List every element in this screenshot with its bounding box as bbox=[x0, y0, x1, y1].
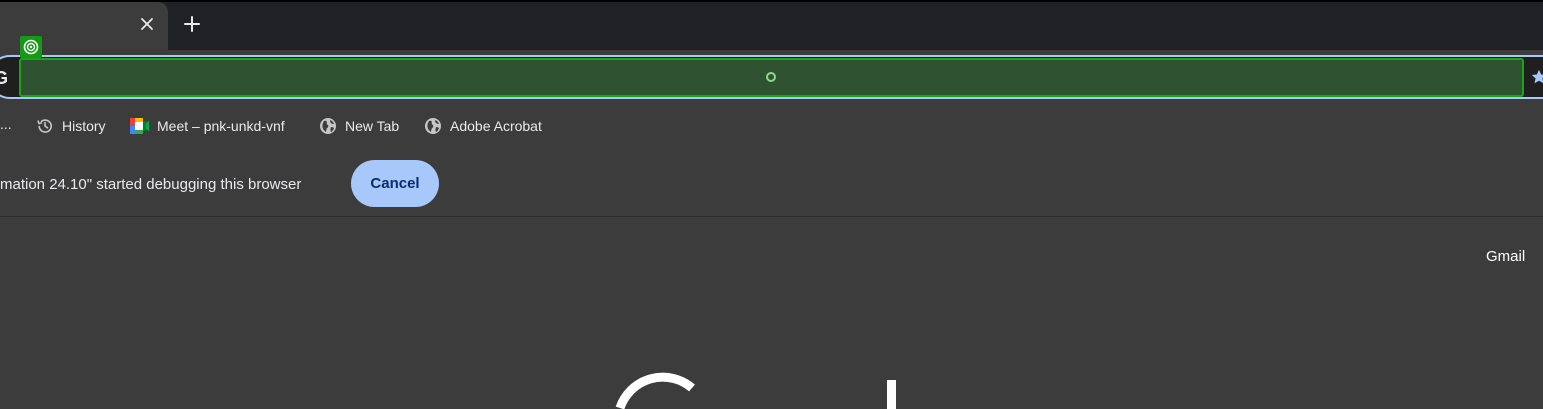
bookmark-label: New Tab bbox=[345, 118, 400, 134]
bookmark-label: History bbox=[62, 118, 106, 134]
star-icon[interactable] bbox=[1530, 68, 1543, 86]
bookmark-label: Meet – pnk-unkd-vnf bbox=[157, 118, 285, 134]
bookmark-new-tab[interactable]: New Tab bbox=[319, 116, 399, 136]
cancel-button[interactable]: Cancel bbox=[351, 160, 439, 207]
plus-icon[interactable] bbox=[182, 14, 202, 34]
window-top-border bbox=[0, 0, 1543, 2]
bookmark-label: Adobe Acrobat bbox=[450, 118, 542, 134]
infobar-message: mation 24.10" started debugging this bro… bbox=[0, 176, 302, 193]
bookmark-history[interactable]: History bbox=[36, 116, 106, 136]
globe-icon bbox=[425, 118, 441, 134]
bookmark-adobe-acrobat[interactable]: Adobe Acrobat bbox=[424, 116, 542, 136]
globe-icon bbox=[320, 118, 336, 134]
click-target-marker bbox=[766, 72, 776, 82]
bookmark-meet[interactable]: Meet – pnk-unkd-vnf bbox=[130, 116, 285, 136]
google-logo bbox=[612, 360, 942, 409]
bookmarks-overflow[interactable]: ... bbox=[0, 116, 12, 132]
history-icon bbox=[37, 119, 52, 133]
close-icon[interactable] bbox=[138, 15, 156, 33]
tab-strip bbox=[0, 0, 1543, 50]
gmail-link[interactable]: Gmail bbox=[1486, 248, 1525, 265]
google-meet-icon bbox=[130, 118, 149, 134]
target-icon bbox=[20, 36, 42, 58]
google-g-icon: G bbox=[0, 68, 9, 88]
